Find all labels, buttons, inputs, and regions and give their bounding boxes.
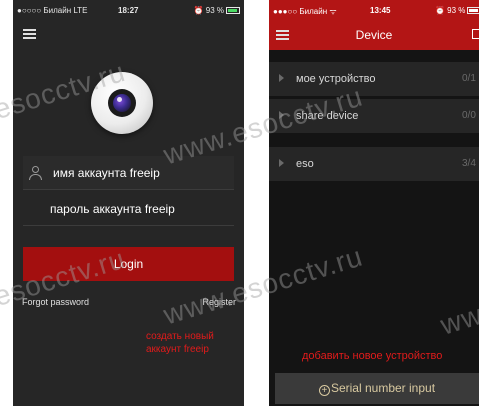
- chevron-right-icon: [279, 111, 284, 119]
- login-button[interactable]: Login: [23, 247, 234, 281]
- clock: 18:27: [118, 6, 139, 15]
- status-bar: ●○○○○ Билайн LTE 18:27 ⏰ 93 %: [13, 0, 244, 20]
- battery-indicator: ⏰ 93 %: [435, 6, 479, 15]
- forgot-password-link[interactable]: Forgot password: [22, 297, 89, 307]
- device-group-count: 3/4: [462, 158, 476, 169]
- serial-number-label: Serial number input: [330, 381, 436, 395]
- carrier-label: ●○○○○ Билайн LTE: [17, 6, 88, 15]
- battery-icon: [467, 7, 479, 14]
- username-field-row: [23, 156, 234, 190]
- page-title: Device: [355, 28, 393, 42]
- battery-label: ⏰ 93 %: [435, 6, 466, 15]
- status-bar: ●●●○○ Билайн ᯤ 13:45 ⏰ 93 %: [269, 0, 479, 20]
- password-input[interactable]: [50, 192, 228, 226]
- device-group-name: share device: [296, 110, 359, 122]
- register-annotation: создать новый аккаунт freeip: [146, 331, 214, 355]
- username-input[interactable]: [53, 156, 228, 190]
- add-device-annotation: добавить новое устройство: [302, 350, 443, 362]
- device-group-name: eso: [296, 158, 314, 170]
- device-group-row[interactable]: мое устройство 0/1: [269, 62, 479, 96]
- clock: 13:45: [370, 6, 391, 15]
- battery-icon: [226, 7, 240, 14]
- device-list-screen: ●●●○○ Билайн ᯤ 13:45 ⏰ 93 % Device мое у…: [269, 0, 479, 406]
- register-link[interactable]: Register: [202, 297, 236, 307]
- camera-lens-icon: [108, 89, 136, 117]
- password-field-row: [23, 192, 234, 226]
- login-screen: ●○○○○ Билайн LTE 18:27 ⏰ 93 % Login Forg…: [13, 0, 244, 406]
- camera-logo: [91, 72, 153, 134]
- menu-icon[interactable]: [23, 29, 36, 39]
- device-group-row[interactable]: share device 0/0: [269, 99, 479, 133]
- header-bar: ●●●○○ Билайн ᯤ 13:45 ⏰ 93 % Device: [269, 0, 479, 50]
- battery-label: ⏰ 93 %: [193, 6, 224, 15]
- device-group-count: 0/0: [462, 110, 476, 121]
- device-group-count: 0/1: [462, 73, 476, 84]
- device-group-row[interactable]: eso 3/4: [269, 147, 479, 181]
- carrier-label: ●●●○○ Билайн ᯤ: [273, 7, 337, 16]
- serial-number-input-button[interactable]: + Serial number input: [275, 373, 479, 404]
- edit-icon[interactable]: [472, 29, 479, 39]
- add-circle-icon: +: [318, 385, 330, 396]
- device-group-name: мое устройство: [296, 73, 376, 85]
- battery-indicator: ⏰ 93 %: [194, 6, 240, 15]
- user-icon: [29, 166, 42, 180]
- chevron-right-icon: [279, 74, 284, 82]
- chevron-right-icon: [279, 159, 284, 167]
- screenshot-composite: ●○○○○ Билайн LTE 18:27 ⏰ 93 % Login Forg…: [0, 0, 479, 406]
